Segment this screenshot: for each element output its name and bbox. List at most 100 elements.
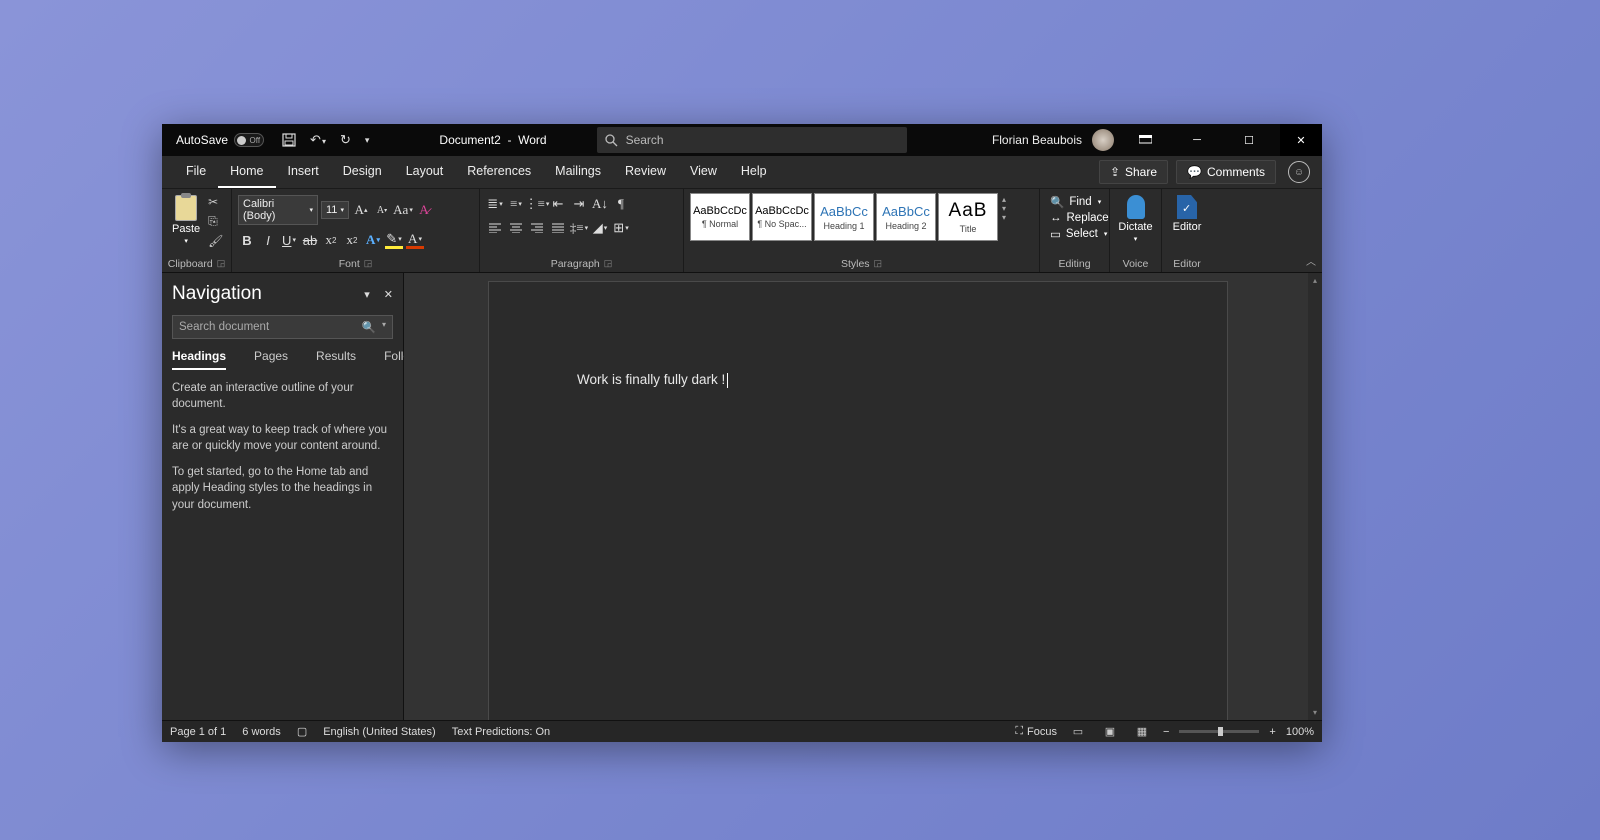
status-predictions[interactable]: Text Predictions: On [452, 726, 550, 738]
font-name-select[interactable]: Calibri (Body)▾ [238, 195, 318, 225]
sort-icon[interactable]: A↓ [591, 195, 609, 213]
justify-icon[interactable] [549, 219, 567, 237]
status-page[interactable]: Page 1 of 1 [170, 726, 226, 738]
editor-button[interactable]: Editor [1169, 193, 1206, 235]
shading-icon[interactable]: ◢▾ [591, 219, 609, 237]
tab-insert[interactable]: Insert [276, 156, 331, 188]
underline-icon[interactable]: U▾ [280, 231, 298, 249]
comment-icon: 💬 [1187, 165, 1202, 179]
superscript-icon[interactable]: x2 [343, 231, 361, 249]
select-button[interactable]: ▭Select▾ [1050, 227, 1109, 241]
nav-tab-results[interactable]: Results [316, 349, 356, 370]
strike-icon[interactable]: ab [301, 231, 319, 249]
dictate-button[interactable]: Dictate ▾ [1114, 193, 1156, 245]
paste-button[interactable]: Paste ▾ [168, 193, 204, 247]
user-area: Florian Beaubois ─ ☐ ✕ [992, 124, 1322, 156]
status-language[interactable]: English (United States) [323, 726, 436, 738]
ribbon-display-icon[interactable] [1124, 124, 1166, 156]
style-title[interactable]: AaBTitle [938, 193, 998, 241]
align-right-icon[interactable] [528, 219, 546, 237]
shrink-font-icon[interactable]: A▾ [373, 201, 391, 219]
tab-home[interactable]: Home [218, 156, 275, 188]
page[interactable]: Work is finally fully dark ! [488, 281, 1228, 720]
status-words[interactable]: 6 words [242, 726, 281, 738]
qat-customize-icon[interactable]: ▾ [365, 135, 370, 146]
zoom-level[interactable]: 100% [1286, 726, 1314, 738]
zoom-in-button[interactable]: + [1269, 726, 1275, 738]
undo-icon[interactable]: ↶▾ [310, 132, 326, 148]
find-icon: 🔍 [1050, 195, 1064, 209]
clipboard-dialog-launcher[interactable]: ◲ [217, 258, 226, 270]
minimize-button[interactable]: ─ [1176, 124, 1218, 156]
style-heading-2[interactable]: AaBbCcHeading 2 [876, 193, 936, 241]
redo-icon[interactable]: ↻ [340, 132, 351, 148]
style---no-spac---[interactable]: AaBbCcDc¶ No Spac... [752, 193, 812, 241]
web-layout-icon[interactable]: ▦ [1131, 724, 1153, 740]
collapse-ribbon-icon[interactable]: ︿ [1306, 253, 1316, 268]
share-button[interactable]: ⇪Share [1099, 160, 1168, 184]
print-layout-icon[interactable]: ▣ [1099, 724, 1121, 740]
style-heading-1[interactable]: AaBbCcHeading 1 [814, 193, 874, 241]
align-left-icon[interactable] [486, 219, 504, 237]
tab-design[interactable]: Design [331, 156, 394, 188]
italic-icon[interactable]: I [259, 231, 277, 249]
change-case-icon[interactable]: Aa▾ [394, 201, 412, 219]
tab-view[interactable]: View [678, 156, 729, 188]
nav-options-icon[interactable]: ▾ [364, 288, 370, 301]
zoom-out-button[interactable]: − [1163, 726, 1169, 738]
numbering-icon[interactable]: ≡▾ [507, 195, 525, 213]
font-dialog-launcher[interactable]: ◲ [364, 258, 373, 270]
feedback-icon[interactable]: ☺ [1288, 161, 1310, 183]
font-color-icon[interactable]: A▾ [406, 231, 424, 249]
style---normal[interactable]: AaBbCcDc¶ Normal [690, 193, 750, 241]
multilevel-icon[interactable]: ⋮≡▾ [528, 195, 546, 213]
nav-tab-pages[interactable]: Pages [254, 349, 288, 370]
tab-help[interactable]: Help [729, 156, 779, 188]
tab-mailings[interactable]: Mailings [543, 156, 613, 188]
grow-font-icon[interactable]: A▴ [352, 201, 370, 219]
nav-close-icon[interactable]: ✕ [384, 288, 393, 301]
clear-format-icon[interactable]: A̷ [415, 201, 433, 219]
avatar[interactable] [1092, 129, 1114, 151]
cut-icon[interactable]: ✂ [208, 195, 223, 209]
paragraph-dialog-launcher[interactable]: ◲ [604, 258, 613, 270]
maximize-button[interactable]: ☐ [1228, 124, 1270, 156]
decrease-indent-icon[interactable]: ⇤ [549, 195, 567, 213]
group-styles: AaBbCcDc¶ NormalAaBbCcDc¶ No Spac...AaBb… [684, 189, 1040, 272]
copy-icon[interactable]: ⎘ [208, 214, 223, 229]
replace-button[interactable]: ↔Replace [1050, 212, 1109, 224]
tab-review[interactable]: Review [613, 156, 678, 188]
styles-dialog-launcher[interactable]: ◲ [874, 258, 883, 270]
tab-references[interactable]: References [455, 156, 543, 188]
find-button[interactable]: 🔍Find▾ [1050, 195, 1109, 209]
format-painter-icon[interactable]: 🖌 [208, 234, 223, 248]
show-marks-icon[interactable]: ¶ [612, 195, 630, 213]
align-center-icon[interactable] [507, 219, 525, 237]
bold-icon[interactable]: B [238, 231, 256, 249]
text-effects-icon[interactable]: A▾ [364, 231, 382, 249]
tab-layout[interactable]: Layout [394, 156, 456, 188]
document-area[interactable]: Work is finally fully dark ! ▴▾ [404, 273, 1322, 720]
spellcheck-icon[interactable]: ▢ [297, 725, 307, 738]
tab-file[interactable]: File [174, 156, 218, 188]
subscript-icon[interactable]: x2 [322, 231, 340, 249]
close-button[interactable]: ✕ [1280, 124, 1322, 156]
bullets-icon[interactable]: ≣▾ [486, 195, 504, 213]
styles-scroll[interactable]: ▴▾▾ [1002, 193, 1016, 224]
increase-indent-icon[interactable]: ⇥ [570, 195, 588, 213]
search-input[interactable]: Search [597, 127, 907, 153]
font-size-select[interactable]: 11▾ [321, 201, 349, 219]
focus-mode-button[interactable]: ⛶Focus [1015, 725, 1057, 738]
read-mode-icon[interactable]: ▭ [1067, 724, 1089, 740]
save-icon[interactable] [282, 133, 296, 147]
toggle-switch[interactable]: Off [234, 133, 264, 147]
nav-search-input[interactable]: Search document 🔍▾ [172, 315, 393, 339]
comments-button[interactable]: 💬Comments [1176, 160, 1276, 184]
borders-icon[interactable]: ⊞▾ [612, 219, 630, 237]
autosave-toggle[interactable]: AutoSave Off [162, 133, 272, 147]
line-spacing-icon[interactable]: ‡≡▾ [570, 219, 588, 237]
vertical-scrollbar[interactable]: ▴▾ [1308, 273, 1322, 720]
highlight-icon[interactable]: ✎▾ [385, 231, 403, 249]
nav-tab-headings[interactable]: Headings [172, 349, 226, 370]
zoom-slider[interactable] [1179, 730, 1259, 733]
